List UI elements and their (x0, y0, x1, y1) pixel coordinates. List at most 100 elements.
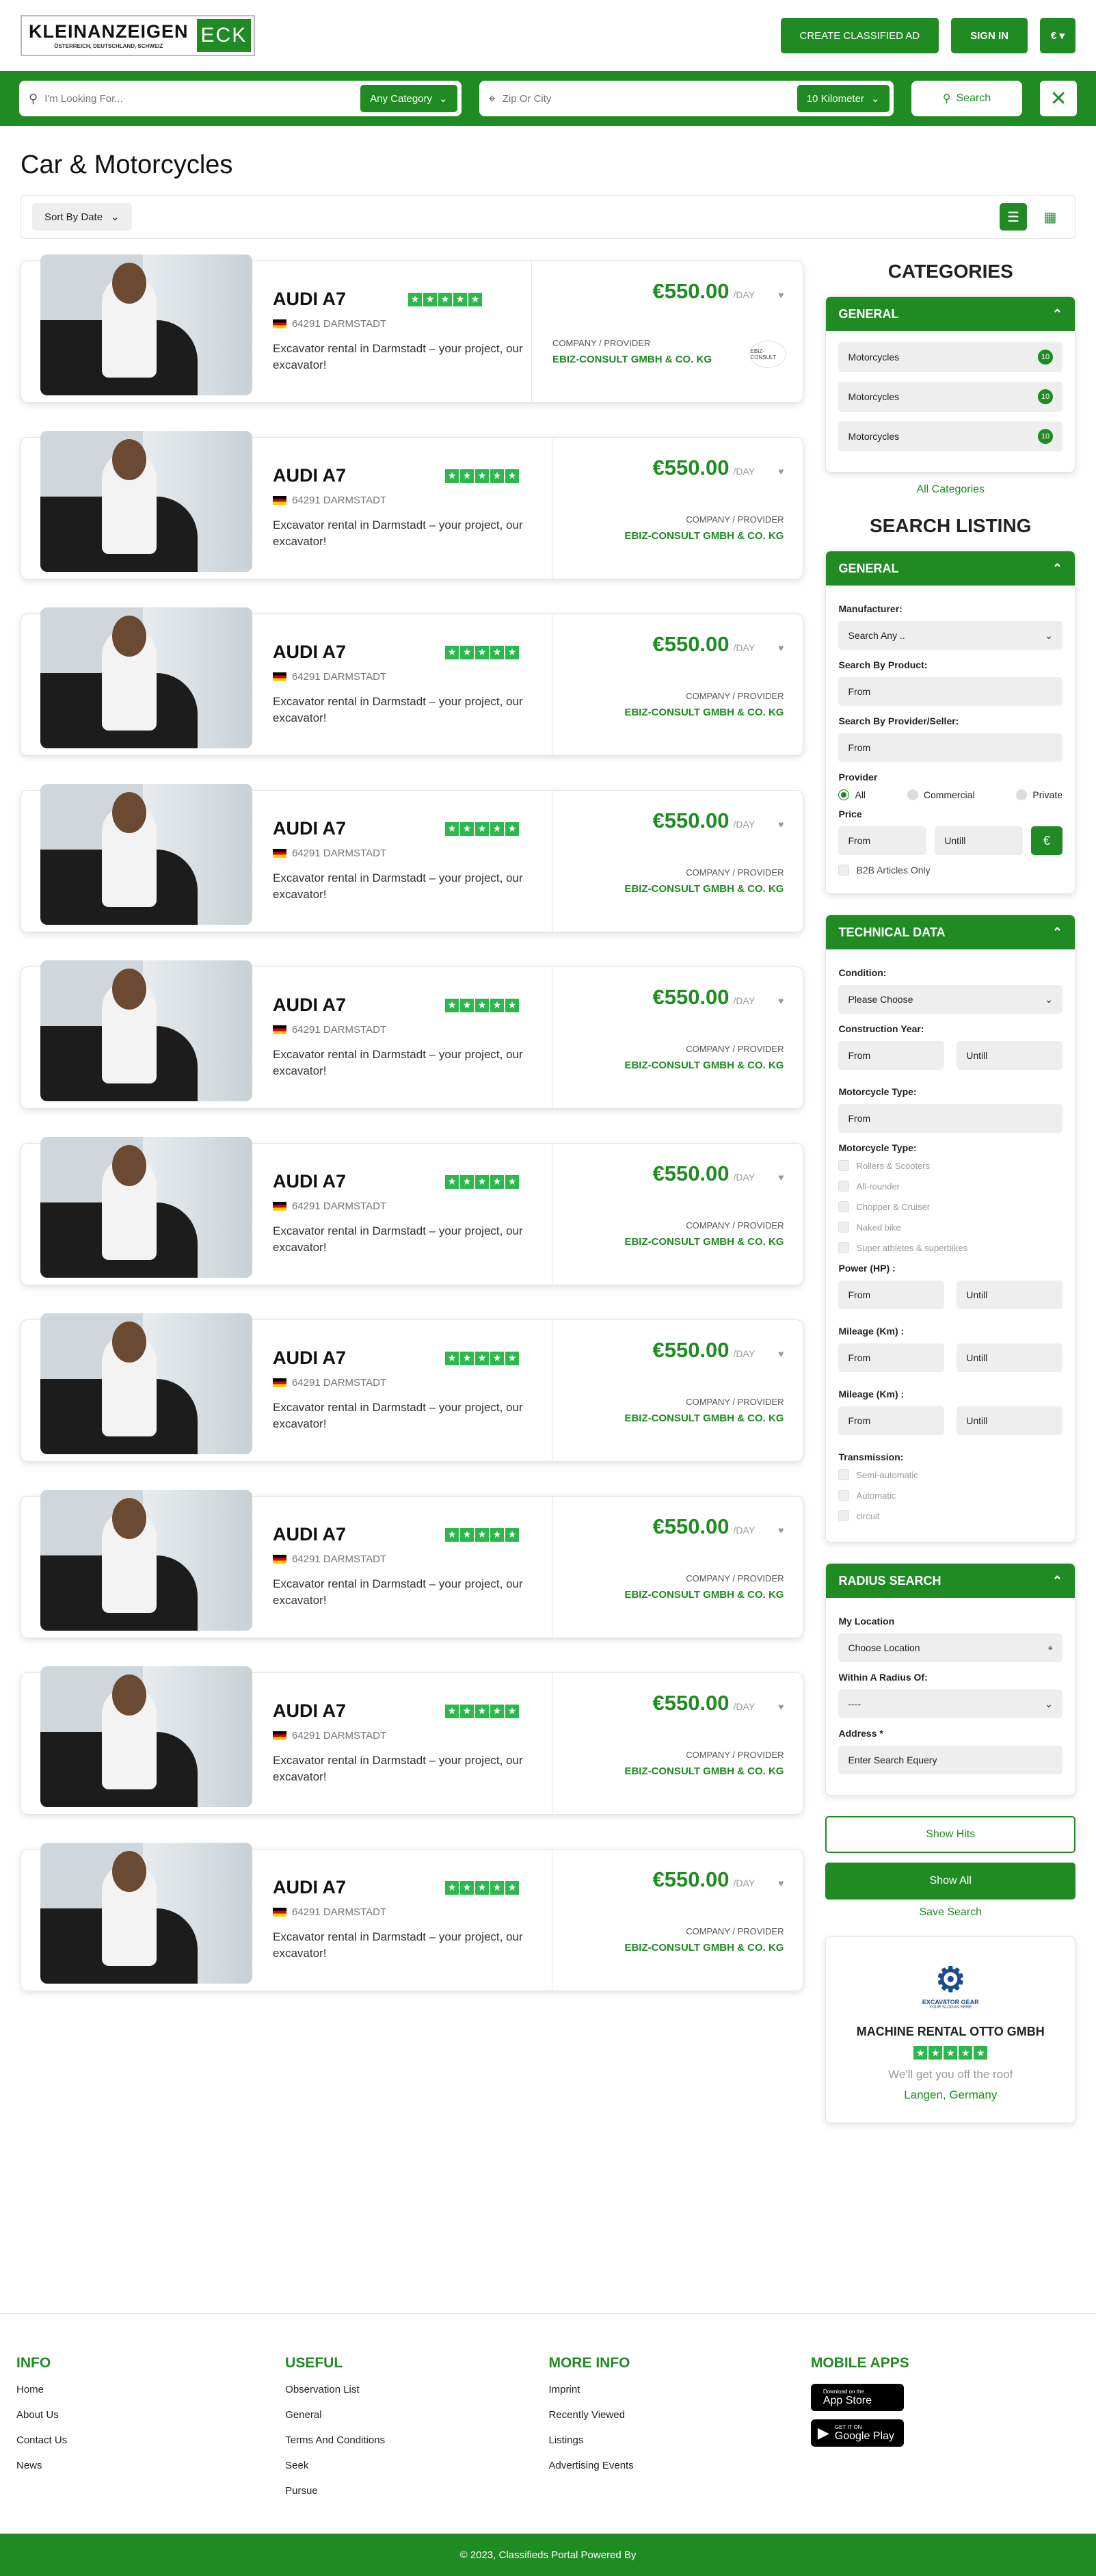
year-from-input[interactable]: From (838, 1041, 945, 1070)
create-ad-button[interactable]: CREATE CLASSIFIED AD (780, 18, 939, 53)
listing-card[interactable]: AUDI A7 ★ ★ ★ ★ ★ 64291 DARMSTADT Excavator … (21, 1843, 804, 1991)
location-input[interactable]: Choose Location ⌖ (838, 1633, 1062, 1662)
heart-icon[interactable]: ♥ (778, 996, 784, 1006)
category-item[interactable]: Motorcycles 10 (838, 382, 1062, 412)
listing-card[interactable]: AUDI A7 ★ ★ ★ ★ ★ 64291 DARMSTADT Excavator … (21, 1313, 804, 1462)
provider-name[interactable]: EBIZ-CONSULT GMBH & CO. KG (573, 1236, 784, 1248)
provider-name[interactable]: EBIZ-CONSULT GMBH & CO. KG (573, 883, 784, 895)
heart-icon[interactable]: ♥ (778, 1702, 784, 1711)
listing-title[interactable]: AUDI A7 (273, 642, 433, 663)
panel-header[interactable]: TECHNICAL DATA ⌃ (826, 915, 1075, 949)
provider-private-radio[interactable]: Private (1016, 789, 1062, 800)
power-from-input[interactable]: From (838, 1280, 945, 1309)
list-view-icon[interactable]: ☰ (1000, 203, 1027, 231)
zip-input[interactable] (502, 92, 797, 105)
manufacturer-select[interactable]: Search Any .. ⌄ (838, 621, 1062, 650)
heart-icon[interactable]: ♥ (778, 466, 784, 476)
provider-all-radio[interactable]: All (838, 789, 866, 800)
company-card[interactable]: ⚙ EXCAVATOR GEAR YOUR SLOGAN HERE MACHIN… (825, 1936, 1075, 2123)
price-untill-input[interactable]: Untill (935, 826, 1024, 855)
heart-icon[interactable]: ♥ (778, 819, 784, 829)
footer-link[interactable]: General (285, 2409, 548, 2421)
heart-icon[interactable]: ♥ (778, 643, 784, 653)
show-hits-button[interactable]: Show Hits (825, 1816, 1075, 1853)
footer-link[interactable]: About Us (16, 2409, 285, 2421)
transmission-checkbox[interactable]: Automatic (838, 1490, 1062, 1501)
category-select[interactable]: Any Category ⌄ (360, 85, 457, 112)
listing-image[interactable] (40, 1313, 252, 1454)
panel-header[interactable]: GENERAL ⌃ (826, 297, 1075, 331)
year-untill-input[interactable]: Untill (957, 1041, 1063, 1070)
site-logo[interactable]: KLEINANZEIGEN ÖSTERREICH, DEUTSCHLAND, S… (21, 15, 256, 56)
company-name[interactable]: MACHINE RENTAL OTTO GMBH (840, 2025, 1061, 2039)
panel-header[interactable]: RADIUS SEARCH ⌃ (826, 1564, 1075, 1598)
listing-image[interactable] (40, 607, 252, 748)
category-item[interactable]: Motorcycles 10 (838, 342, 1062, 372)
listing-card[interactable]: AUDI A7 ★ ★ ★ ★ ★ 64291 DARMSTADT Excavator … (21, 1490, 804, 1638)
listing-image[interactable] (40, 1490, 252, 1631)
footer-link[interactable]: Listings (548, 2434, 810, 2446)
footer-link[interactable]: Seek (285, 2460, 548, 2471)
price-from-input[interactable]: From (838, 826, 927, 855)
currency-dropdown[interactable]: € ▾ (1039, 18, 1075, 53)
motorcycle-type-checkbox[interactable]: Super athletes & superbikes (838, 1242, 1062, 1253)
provider-name[interactable]: EBIZ-CONSULT GMBH & CO. KG (573, 707, 784, 718)
radius-select[interactable]: 10 Kilometer ⌄ (797, 85, 890, 112)
transmission-checkbox[interactable]: circuit (838, 1510, 1062, 1521)
listing-card[interactable]: AUDI A7 ★ ★ ★ ★ ★ 64291 DARMSTADT Excavator … (21, 784, 804, 932)
panel-header[interactable]: GENERAL ⌃ (826, 551, 1075, 586)
grid-view-icon[interactable]: ▦ (1037, 203, 1064, 231)
heart-icon[interactable]: ♥ (778, 1878, 784, 1888)
address-input[interactable]: Enter Search Equery (838, 1746, 1062, 1774)
close-icon[interactable]: ✕ (1040, 81, 1077, 116)
provider-seller-input[interactable]: From (838, 733, 1062, 762)
listing-card[interactable]: AUDI A7 ★ ★ ★ ★ ★ 64291 DARMSTADT Excavator … (21, 960, 804, 1109)
provider-name[interactable]: EBIZ-CONSULT GMBH & CO. KG (573, 1942, 784, 1954)
sort-select[interactable]: Sort By Date ⌄ (32, 203, 132, 231)
app-store-badge[interactable]: Download on the App Store (810, 2384, 904, 2411)
b2b-checkbox[interactable]: B2B Articles Only (838, 865, 1062, 876)
power-untill-input[interactable]: Untill (957, 1280, 1063, 1309)
footer-link[interactable]: Contact Us (16, 2434, 285, 2446)
radius-select[interactable]: ---- ⌄ (838, 1690, 1062, 1718)
listing-card[interactable]: AUDI A7 ★ ★ ★ ★ ★ 64291 DARMSTADT Excavator … (21, 431, 804, 579)
listing-title[interactable]: AUDI A7 (273, 1877, 433, 1898)
provider-name[interactable]: EBIZ-CONSULT GMBH & CO. KG (573, 1765, 784, 1777)
mileage-from-input[interactable]: From (838, 1406, 945, 1435)
listing-title[interactable]: AUDI A7 (273, 818, 433, 839)
listing-image[interactable] (40, 1137, 252, 1278)
all-categories-link[interactable]: All Categories (825, 484, 1075, 496)
motorcycle-type-checkbox[interactable]: Chopper & Cruiser (838, 1201, 1062, 1212)
motorcycle-type-input[interactable]: From (838, 1104, 1062, 1133)
listing-image[interactable] (40, 431, 252, 572)
mileage-untill-input[interactable]: Untill (957, 1343, 1063, 1372)
listing-image[interactable] (40, 254, 252, 395)
footer-link[interactable]: News (16, 2460, 285, 2471)
heart-icon[interactable]: ♥ (778, 1349, 784, 1358)
product-input[interactable]: From (838, 677, 1062, 706)
mileage-untill-input[interactable]: Untill (957, 1406, 1063, 1435)
listing-card[interactable]: AUDI A7 ★ ★ ★ ★ ★ 64291 DARMSTADT Excavator … (21, 1137, 804, 1285)
search-button[interactable]: ⚲ Search (911, 81, 1023, 116)
footer-link[interactable]: Home (16, 2384, 285, 2395)
provider-name[interactable]: EBIZ-CONSULT GMBH & CO. KG (573, 1412, 784, 1424)
motorcycle-type-checkbox[interactable]: Rollers & Scooters (838, 1160, 1062, 1171)
listing-image[interactable] (40, 1843, 252, 1984)
listing-title[interactable]: AUDI A7 (273, 995, 433, 1016)
listing-title[interactable]: AUDI A7 (273, 1700, 433, 1722)
footer-link[interactable]: Observation List (285, 2384, 548, 2395)
show-all-button[interactable]: Show All (825, 1863, 1075, 1900)
footer-link[interactable]: Recently Viewed (548, 2409, 810, 2421)
currency-button[interactable]: € (1031, 826, 1063, 855)
footer-link[interactable]: Pursue (285, 2485, 548, 2497)
provider-name[interactable]: EBIZ-CONSULT GMBH & CO. KG (573, 1589, 784, 1601)
heart-icon[interactable]: ♥ (778, 290, 784, 300)
heart-icon[interactable]: ♥ (778, 1172, 784, 1182)
condition-select[interactable]: Please Choose ⌄ (838, 985, 1062, 1014)
heart-icon[interactable]: ♥ (778, 1525, 784, 1535)
listing-title[interactable]: AUDI A7 (273, 1171, 433, 1192)
listing-card[interactable]: AUDI A7 ★ ★ ★ ★ ★ 64291 DARMSTADT Excavator … (21, 607, 804, 756)
save-search-link[interactable]: Save Search (825, 1906, 1075, 1919)
sign-in-button[interactable]: SIGN IN (951, 18, 1028, 53)
transmission-checkbox[interactable]: Semi-automatic (838, 1469, 1062, 1480)
